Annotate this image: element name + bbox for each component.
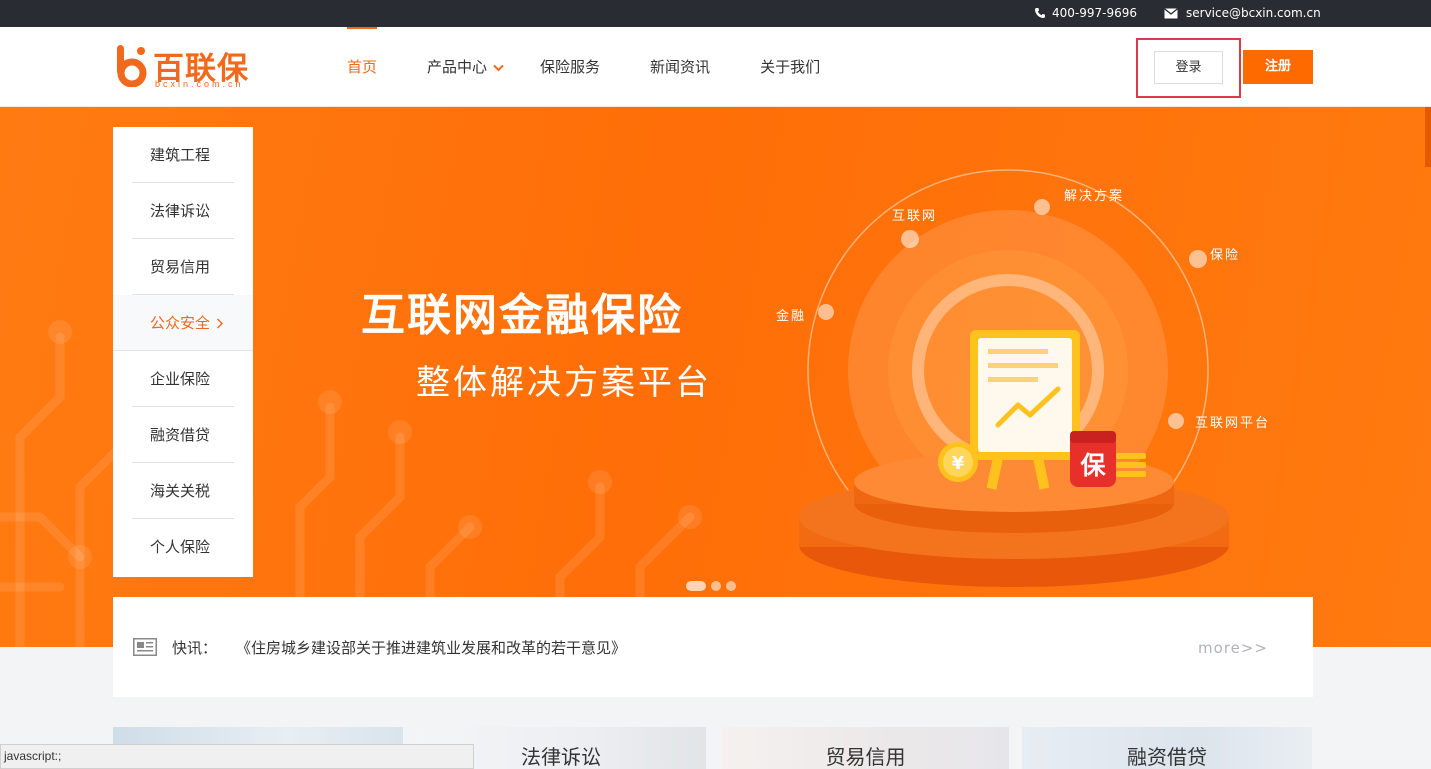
logo-domain: bcxin.com.cn [155, 79, 244, 89]
illustration-graphic: ¥ 保 [799, 169, 1229, 587]
orbit-label-solution: 解决方案 [1064, 189, 1125, 204]
register-button[interactable]: 注册 [1243, 50, 1313, 84]
news-ticker: 快讯： 《住房城乡建设部关于推进建筑业发展和改革的若干意见》 more>> [113, 597, 1313, 697]
phone-icon [1035, 8, 1045, 18]
phone-number: 400-997-9696 [1052, 6, 1138, 20]
nav-item-label: 新闻资讯 [650, 58, 711, 76]
orbit-label-insurance: 保险 [1210, 248, 1241, 263]
category-item-personal[interactable]: 个人保险 [113, 519, 253, 575]
category-label: 海关关税 [150, 482, 211, 500]
nav-item-about[interactable]: 关于我们 [760, 27, 820, 107]
badge-text: 保 [1079, 451, 1106, 480]
newspaper-icon [133, 638, 157, 656]
mail-icon [1164, 7, 1178, 18]
browser-status-bar: javascript:; [0, 744, 474, 769]
banner-headline: 互联网金融保险 [361, 290, 683, 341]
category-card-trade-credit[interactable]: 贸易信用 [722, 727, 1009, 769]
category-item-enterprise[interactable]: 企业保险 [113, 351, 253, 407]
email-contact: service@bcxin.com.cn [1164, 6, 1321, 20]
nav-item-label: 产品中心 [427, 58, 488, 76]
card-label: 融资借贷 [1127, 745, 1207, 769]
news-headline-link[interactable]: 《住房城乡建设部关于推进建筑业发展和改革的若干意见》 [236, 637, 626, 658]
orbit-label-finance: 金融 [776, 309, 807, 324]
category-card-financing[interactable]: 融资借贷 [1022, 727, 1312, 769]
slide-dot-3[interactable] [726, 581, 736, 591]
category-item-trade-credit[interactable]: 贸易信用 [113, 239, 253, 295]
nav-item-label: 首页 [347, 58, 378, 76]
chevron-down-icon [493, 64, 504, 71]
news-more-link[interactable]: more>> [1198, 639, 1268, 657]
nav-item-label: 关于我们 [760, 58, 821, 76]
banner-edge-strip [1425, 107, 1431, 167]
category-label: 贸易信用 [150, 258, 211, 276]
news-label: 快讯： [172, 639, 218, 657]
banner-illustration: ¥ 保 互联网 解决方案 保险 金融 互联网平台 [776, 167, 1271, 597]
slide-dot-2[interactable] [711, 581, 721, 591]
banner-subline: 整体解决方案平台 [416, 363, 712, 403]
category-label: 公众安全 [150, 314, 211, 332]
chevron-right-icon [217, 318, 224, 329]
category-item-public-safety[interactable]: 公众安全 [113, 295, 253, 351]
nav-item-insurance-services[interactable]: 保险服务 [540, 27, 600, 107]
logo-mark-icon [117, 45, 147, 87]
category-label: 企业保险 [150, 370, 211, 388]
top-contact-bar: 400-997-9696 service@bcxin.com.cn [0, 0, 1431, 27]
card-label: 贸易信用 [825, 745, 906, 769]
category-item-financing[interactable]: 融资借贷 [113, 407, 253, 463]
category-item-litigation[interactable]: 法律诉讼 [113, 183, 253, 239]
nav-item-home[interactable]: 首页 [347, 27, 378, 107]
category-label: 法律诉讼 [150, 202, 211, 220]
category-label: 个人保险 [150, 538, 211, 556]
main-nav: 首页 产品中心 保险服务 新闻资讯 关于我们 [330, 27, 870, 107]
phone-contact: 400-997-9696 [1034, 6, 1137, 20]
slide-dot-1[interactable] [686, 581, 706, 591]
category-menu: 建筑工程 法律诉讼 贸易信用 公众安全 企业保险 融资借贷 海关关税 个人保险 [113, 127, 253, 577]
site-header: 百联保 bcxin.com.cn 首页 产品中心 保险服务 新闻资讯 关于我们 … [0, 27, 1431, 107]
email-address: service@bcxin.com.cn [1186, 6, 1321, 20]
coin-symbol: ¥ [952, 453, 965, 474]
login-highlight-box: 登录 [1136, 38, 1241, 98]
nav-item-products[interactable]: 产品中心 [427, 27, 504, 107]
site-logo[interactable]: 百联保 bcxin.com.cn [113, 41, 258, 91]
orbit-label-internet: 互联网 [892, 209, 938, 224]
nav-item-label: 保险服务 [540, 58, 601, 76]
nav-item-news[interactable]: 新闻资讯 [650, 27, 710, 107]
orbit-label-platform: 互联网平台 [1195, 416, 1271, 431]
category-label: 融资借贷 [150, 426, 211, 444]
login-button[interactable]: 登录 [1154, 51, 1223, 84]
category-item-construction[interactable]: 建筑工程 [113, 127, 253, 183]
category-label: 建筑工程 [150, 146, 211, 164]
category-item-customs[interactable]: 海关关税 [113, 463, 253, 519]
slide-indicators [686, 581, 736, 591]
